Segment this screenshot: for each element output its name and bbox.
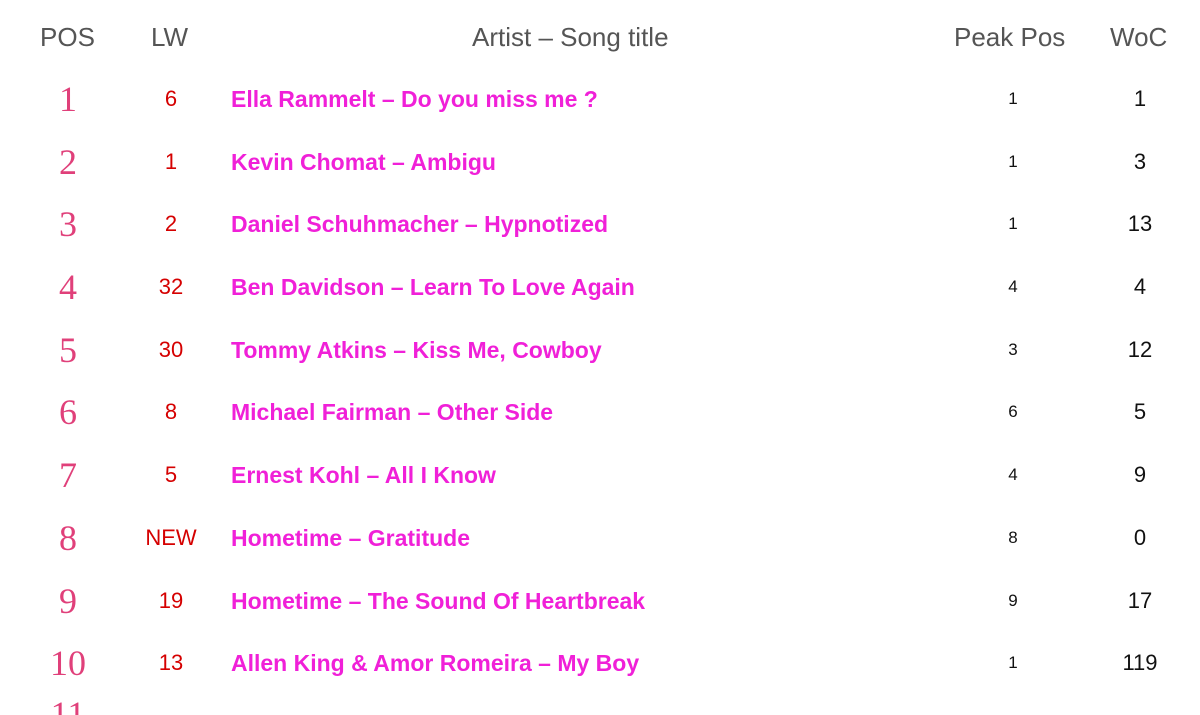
table-row: 3 2 Daniel Schuhmacher – Hypnotized 1 13 [0,193,1200,256]
header-artist-song-title: Artist – Song title [472,22,669,52]
last-week: NEW [145,524,197,550]
table-row: 7 5 Ernest Kohl – All I Know 4 9 [0,444,1200,507]
position: 6 [59,392,77,433]
position: 4 [59,267,77,308]
last-week: 2 [164,211,178,237]
weeks-on-chart: 0 [1133,524,1147,550]
peak-position: 1 [1008,89,1018,108]
table-row: 5 30 Tommy Atkins – Kiss Me, Cowboy 3 12 [0,319,1200,382]
position: 8 [59,517,77,558]
table-row: 4 32 Ben Davidson – Learn To Love Again … [0,256,1200,319]
last-week: 5 [164,462,178,488]
last-week: 32 [158,274,184,300]
peak-position: 6 [1008,402,1018,422]
artist-song-title[interactable]: Ella Rammelt – Do you miss me ? [231,68,598,131]
artist-song-title[interactable]: Ben Davidson – Learn To Love Again [231,256,635,319]
position: 5 [59,329,77,370]
artist-song-title[interactable]: Kevin Chomat – Ambigu [231,131,496,194]
last-week: 6 [164,86,178,111]
weeks-on-chart: 5 [1133,399,1147,425]
weeks-on-chart: 12 [1127,336,1153,362]
last-week: 1 [164,148,178,174]
header-last-week: LW [151,22,189,52]
position: 3 [59,204,77,245]
peak-position: 4 [1008,465,1018,485]
table-row: 10 13 Allen King & Amor Romeira – My Boy… [0,632,1200,695]
last-week: 13 [158,650,184,676]
weeks-on-chart: 3 [1133,148,1147,174]
peak-position: 1 [1008,151,1018,171]
peak-position: 4 [1008,277,1018,297]
peak-position: 1 [1008,214,1018,234]
peak-position: 3 [1008,339,1018,359]
table-body: 1 6 Ella Rammelt – Do you miss me ? 1 1 … [0,68,1200,695]
header-weeks-on-chart: WoC [1110,22,1168,52]
chart-table: POS LW Artist – Song title Peak Pos WoC … [0,0,1200,715]
artist-song-title[interactable]: Hometime – The Sound Of Heartbreak [231,570,645,633]
weeks-on-chart: 119 [1122,650,1158,676]
artist-song-title[interactable]: Ernest Kohl – All I Know [231,444,496,507]
artist-song-title[interactable]: Tommy Atkins – Kiss Me, Cowboy [231,319,602,382]
artist-song-title[interactable]: Michael Fairman – Other Side [231,381,553,444]
weeks-on-chart: 9 [1133,462,1147,488]
weeks-on-chart: 1 [1133,86,1147,111]
table-row: 9 19 Hometime – The Sound Of Heartbreak … [0,570,1200,633]
position: 7 [59,455,77,496]
peak-position: 8 [1008,527,1018,547]
header-pos: POS [40,22,95,52]
position: 10 [50,643,86,684]
weeks-on-chart: 4 [1133,274,1147,300]
peak-position: 9 [1008,590,1018,610]
last-week: 19 [158,587,184,613]
weeks-on-chart: 13 [1127,211,1153,237]
artist-song-title[interactable]: Hometime – Gratitude [231,507,470,570]
last-week: 8 [164,399,178,425]
header-peak-pos: Peak Pos [954,22,1066,52]
table-row: 1 6 Ella Rammelt – Do you miss me ? 1 1 [0,68,1200,131]
artist-song-title[interactable]: Daniel Schuhmacher – Hypnotized [231,193,608,256]
table-header: POS LW Artist – Song title Peak Pos WoC [0,0,1200,76]
table-row: 2 1 Kevin Chomat – Ambigu 1 3 [0,131,1200,194]
position-partial: 11 [50,694,86,715]
position: 9 [59,580,77,621]
artist-song-title[interactable]: Allen King & Amor Romeira – My Boy [231,632,639,695]
position: 1 [59,79,77,119]
last-week: 30 [158,336,184,362]
table-row: 6 8 Michael Fairman – Other Side 6 5 [0,381,1200,444]
peak-position: 1 [1008,653,1018,673]
position: 2 [59,141,77,182]
table-row: 8 NEW Hometime – Gratitude 8 0 [0,507,1200,570]
weeks-on-chart: 17 [1127,587,1153,613]
